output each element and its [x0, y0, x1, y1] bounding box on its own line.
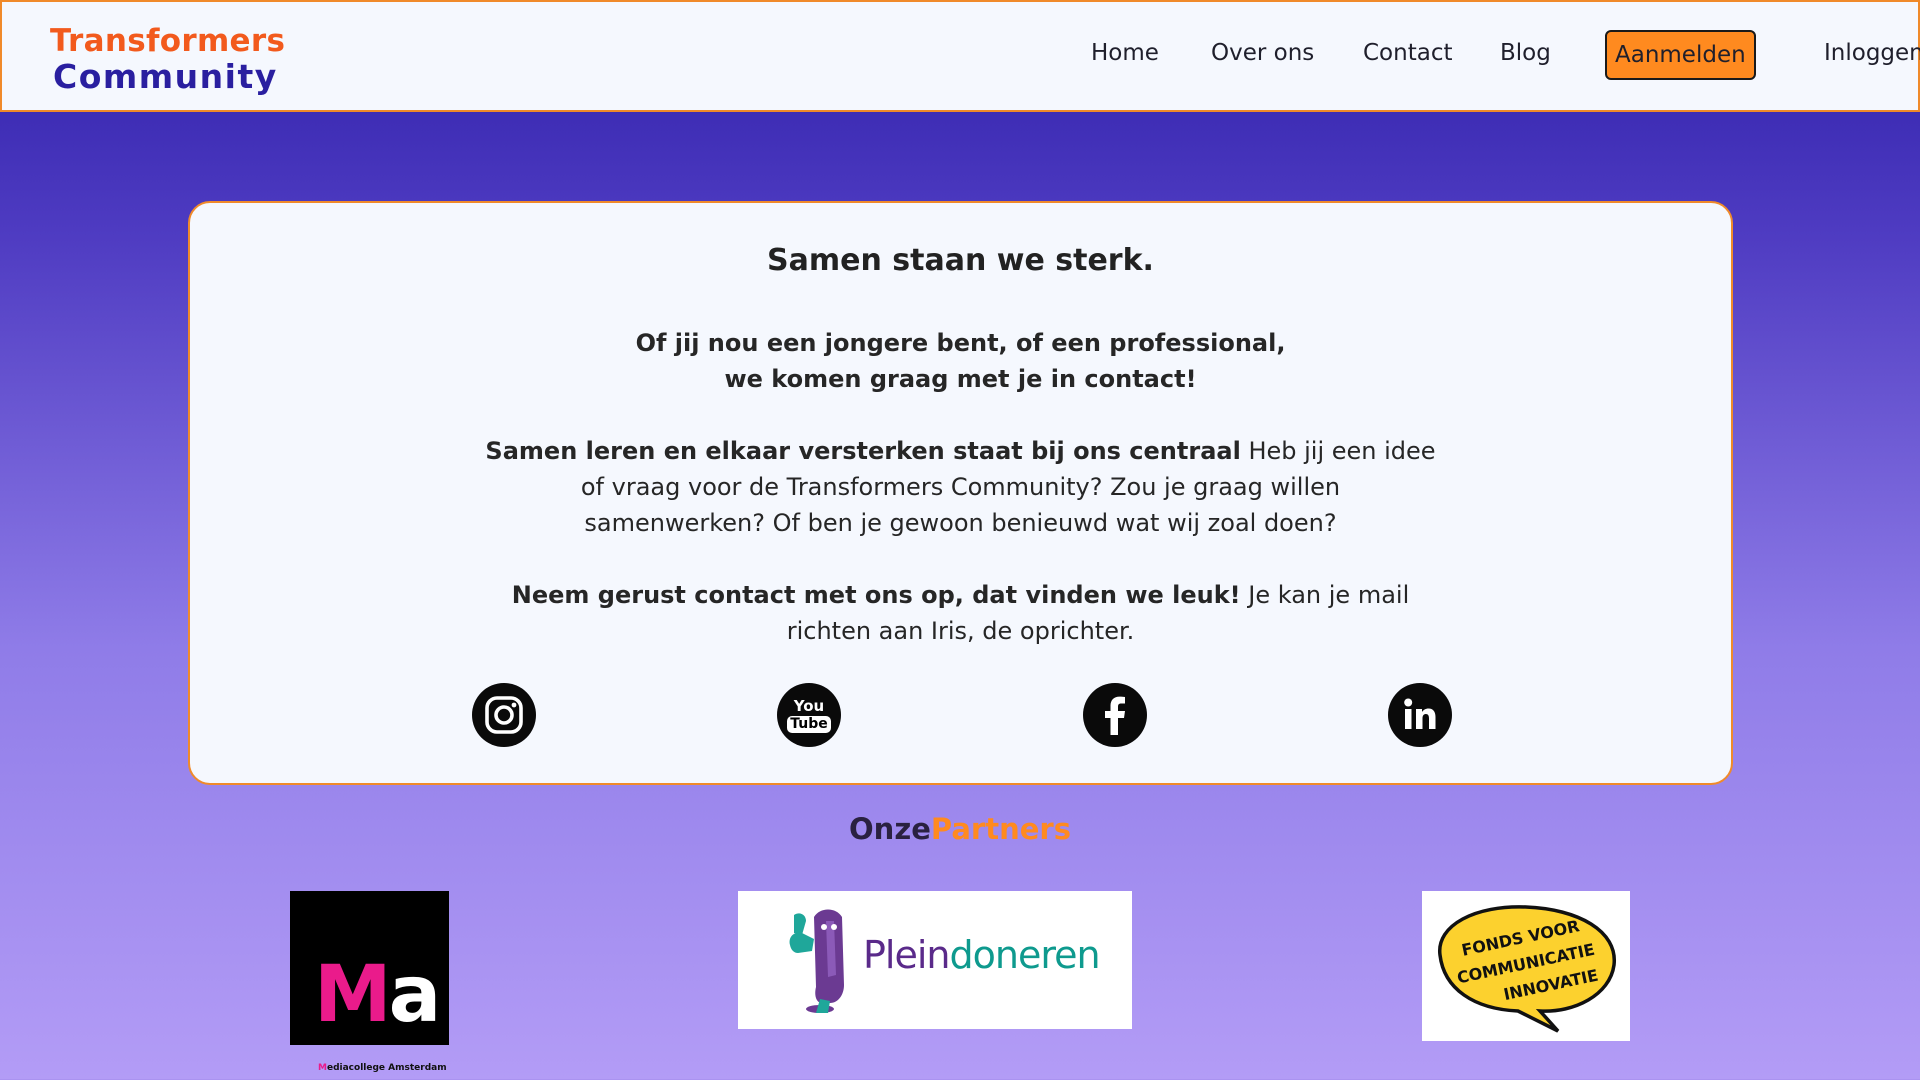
intro-text: Of jij nou een jongere bent, of een prof…	[190, 325, 1731, 397]
youtube-label-bottom: Tube	[787, 716, 831, 733]
partners-heading: OnzePartners	[0, 812, 1920, 846]
intro-line-1: Of jij nou een jongere bent, of een prof…	[635, 329, 1286, 357]
instagram-icon[interactable]	[472, 683, 536, 747]
nav-over-ons[interactable]: Over ons	[1211, 30, 1314, 80]
aanmelden-button[interactable]: Aanmelden	[1605, 30, 1756, 80]
partners-heading-part2: Partners	[930, 812, 1071, 846]
p2-bold: Neem gerust contact met ons op, dat vind…	[511, 581, 1241, 609]
p1-bold: Samen leren en elkaar versterken staat b…	[485, 437, 1241, 465]
paragraph-contact: Neem gerust contact met ons op, dat vind…	[190, 577, 1731, 649]
nav-home[interactable]: Home	[1091, 30, 1159, 80]
youtube-label-top: You	[793, 697, 825, 715]
mediacollege-caption: Mediacollege Amsterdam	[318, 1063, 447, 1073]
contact-card: Samen staan we sterk. Of jij nou een jon…	[188, 201, 1733, 785]
paragraph-samen-leren: Samen leren en elkaar versterken staat b…	[190, 433, 1731, 541]
p1-line-2: of vraag voor de Transformers Community?…	[580, 473, 1341, 501]
p2-line-2: richten aan Iris, de oprichter.	[786, 617, 1135, 645]
partners-heading-part1: Onze	[849, 812, 931, 846]
mediacollege-logo-text: Ma	[314, 950, 441, 1040]
youtube-icon[interactable]: You Tube	[777, 683, 841, 747]
nav-contact[interactable]: Contact	[1363, 30, 1452, 80]
nav-inloggen[interactable]: Inloggen	[1824, 30, 1920, 80]
site-header: Transformers Community Home Over ons Con…	[0, 0, 1920, 112]
partner-logo-mediacollege[interactable]: Ma	[290, 891, 449, 1045]
facebook-icon[interactable]	[1083, 683, 1147, 747]
main-nav: Home Over ons Contact Blog Aanmelden Inl…	[2, 30, 1920, 80]
linkedin-icon[interactable]	[1388, 683, 1452, 747]
nav-blog[interactable]: Blog	[1500, 30, 1551, 80]
pleindoneren-wordmark: Pleindoneren	[863, 933, 1101, 977]
pleindoneren-mascot-icon	[789, 909, 844, 1013]
intro-line-2: we komen graag met je in contact!	[724, 365, 1197, 393]
partner-logo-pleindoneren[interactable]: Pleindoneren	[738, 891, 1132, 1029]
partner-logo-fonds-communicatie-innovatie[interactable]: FONDS VOOR COMMUNICATIE INNOVATIE	[1422, 891, 1630, 1041]
card-title: Samen staan we sterk.	[767, 243, 1154, 278]
p1-line-1: Heb jij een idee	[1240, 437, 1436, 465]
p1-line-3: samenwerken? Of ben je gewoon benieuwd w…	[584, 509, 1337, 537]
p2-line-1: Je kan je mail	[1240, 581, 1410, 609]
